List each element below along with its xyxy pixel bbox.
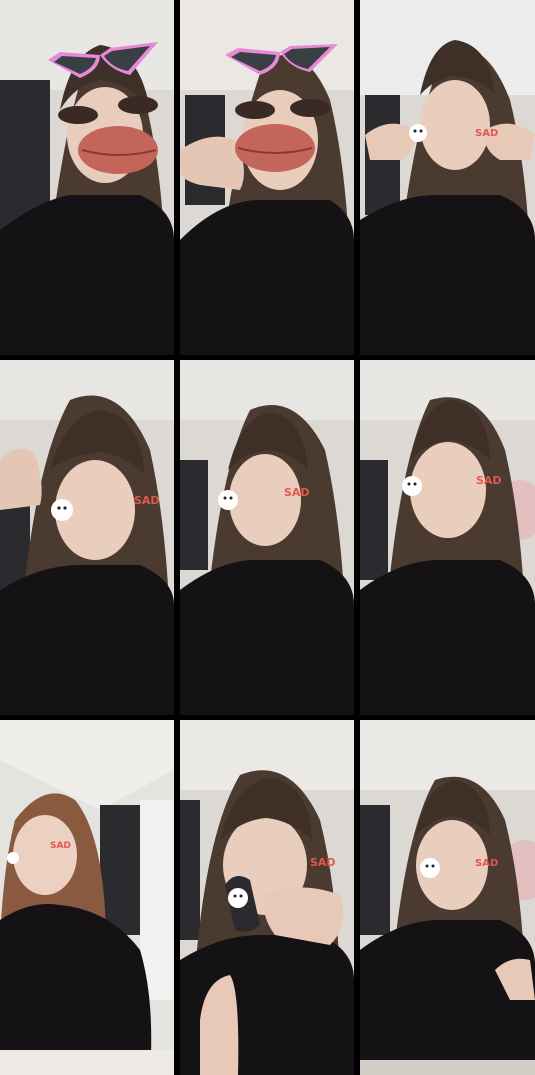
selfie-photo-4: SAD [0, 360, 174, 715]
photo-panel-6: SAD [360, 360, 535, 715]
selfie-photo-8: SAD [180, 720, 354, 1075]
photo-collage-grid: SAD SAD SAD SAD SAD SAD SAD [0, 0, 535, 1075]
sticker-text: SAD [475, 128, 498, 139]
photo-panel-2 [180, 0, 354, 355]
selfie-photo-5: SAD [180, 360, 354, 715]
sticker-text: SAD [50, 841, 71, 851]
selfie-photo-7: SAD [0, 720, 174, 1075]
sticker-text: SAD [284, 486, 310, 499]
photo-panel-4: SAD [0, 360, 174, 715]
photo-panel-5: SAD [180, 360, 354, 715]
photo-panel-7: SAD [0, 720, 174, 1075]
sticker-text: SAD [475, 858, 498, 869]
selfie-photo-3: SAD [360, 0, 535, 355]
sticker-text: SAD [476, 474, 502, 487]
photo-panel-1 [0, 0, 174, 355]
photo-panel-8: SAD [180, 720, 354, 1075]
sticker-text: SAD [310, 856, 336, 869]
selfie-photo-6: SAD [360, 360, 535, 715]
sticker-text: SAD [134, 494, 160, 507]
photo-panel-9: SAD [360, 720, 535, 1075]
selfie-photo-9: SAD [360, 720, 535, 1075]
selfie-photo-1 [0, 0, 174, 355]
photo-panel-3: SAD [360, 0, 535, 355]
selfie-photo-2 [180, 0, 354, 355]
